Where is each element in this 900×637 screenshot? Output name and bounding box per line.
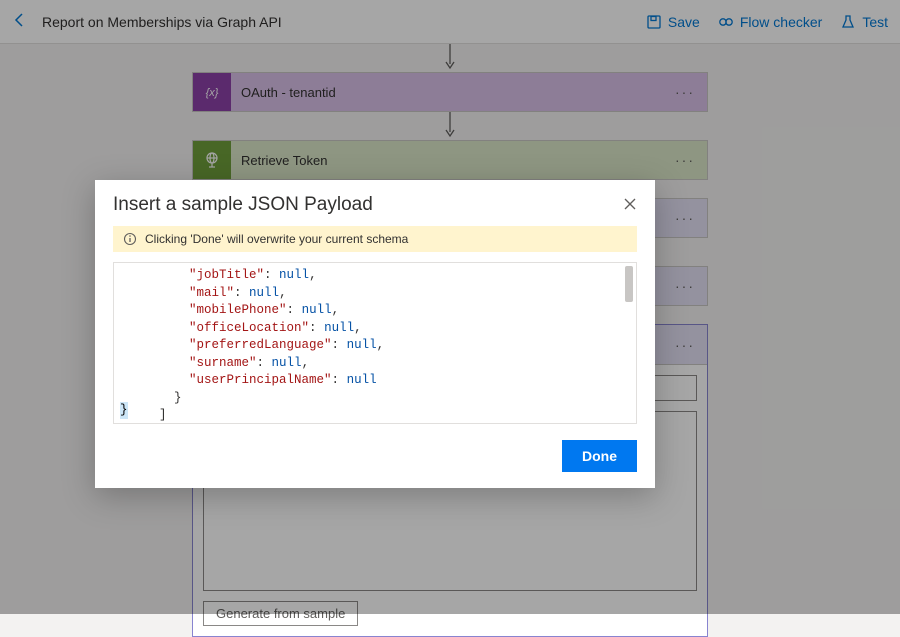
json-payload-textarea[interactable]: "jobTitle": null, "mail": null, "mobileP… <box>113 262 637 424</box>
close-button[interactable] <box>623 197 637 214</box>
done-button[interactable]: Done <box>562 440 637 472</box>
json-payload-modal: Insert a sample JSON Payload Clicking 'D… <box>95 180 655 488</box>
modal-header: Insert a sample JSON Payload <box>95 180 655 226</box>
info-banner-text: Clicking 'Done' will overwrite your curr… <box>145 232 408 246</box>
modal-title: Insert a sample JSON Payload <box>113 194 373 216</box>
modal-footer: Done <box>95 430 655 488</box>
info-icon <box>123 232 137 246</box>
info-banner: Clicking 'Done' will overwrite your curr… <box>113 226 637 252</box>
text-cursor: } <box>120 402 128 420</box>
scrollbar-thumb[interactable] <box>625 266 633 302</box>
